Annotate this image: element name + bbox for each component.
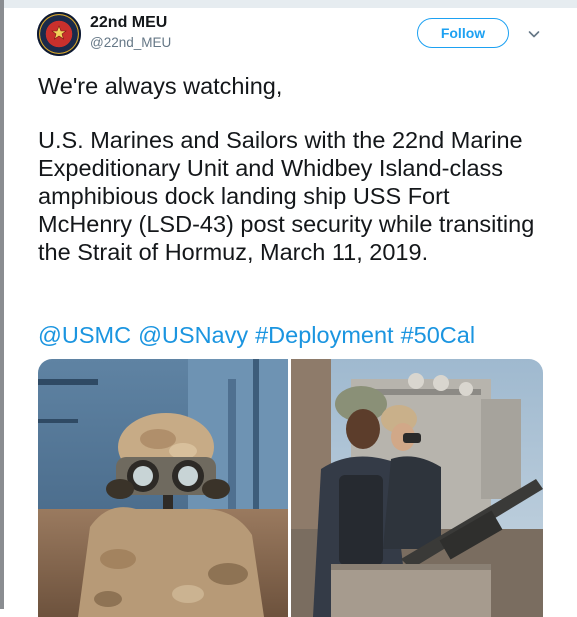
meu-emblem-icon xyxy=(51,25,67,40)
window-edge-top xyxy=(4,0,577,8)
follow-button[interactable]: Follow xyxy=(417,18,509,48)
tweet-tags: @USMC @USNavy #Deployment #50Cal xyxy=(38,321,482,349)
hashtag-50cal-link[interactable]: #50Cal xyxy=(401,322,475,348)
mention-usmc-link[interactable]: @USMC xyxy=(38,322,131,348)
mention-usnavy-link[interactable]: @USNavy xyxy=(138,322,248,348)
tweet-text-intro: We're always watching, xyxy=(38,73,283,99)
account-name[interactable]: 22nd MEU xyxy=(90,14,167,32)
account-handle[interactable]: @22nd_MEU xyxy=(90,35,171,50)
hashtag-deployment-link[interactable]: #Deployment xyxy=(255,322,393,348)
tweet-text-body: U.S. Marines and Sailors with the 22nd M… xyxy=(38,127,535,265)
chevron-down-icon[interactable] xyxy=(526,26,542,42)
avatar[interactable] xyxy=(37,12,81,56)
photo-marine-binoculars[interactable] xyxy=(38,359,288,617)
tweet-media xyxy=(38,359,543,617)
photo-sailors-machine-gun[interactable] xyxy=(291,359,543,617)
tweet-card: 22nd MEU @22nd_MEU Follow We're always w… xyxy=(4,8,577,617)
